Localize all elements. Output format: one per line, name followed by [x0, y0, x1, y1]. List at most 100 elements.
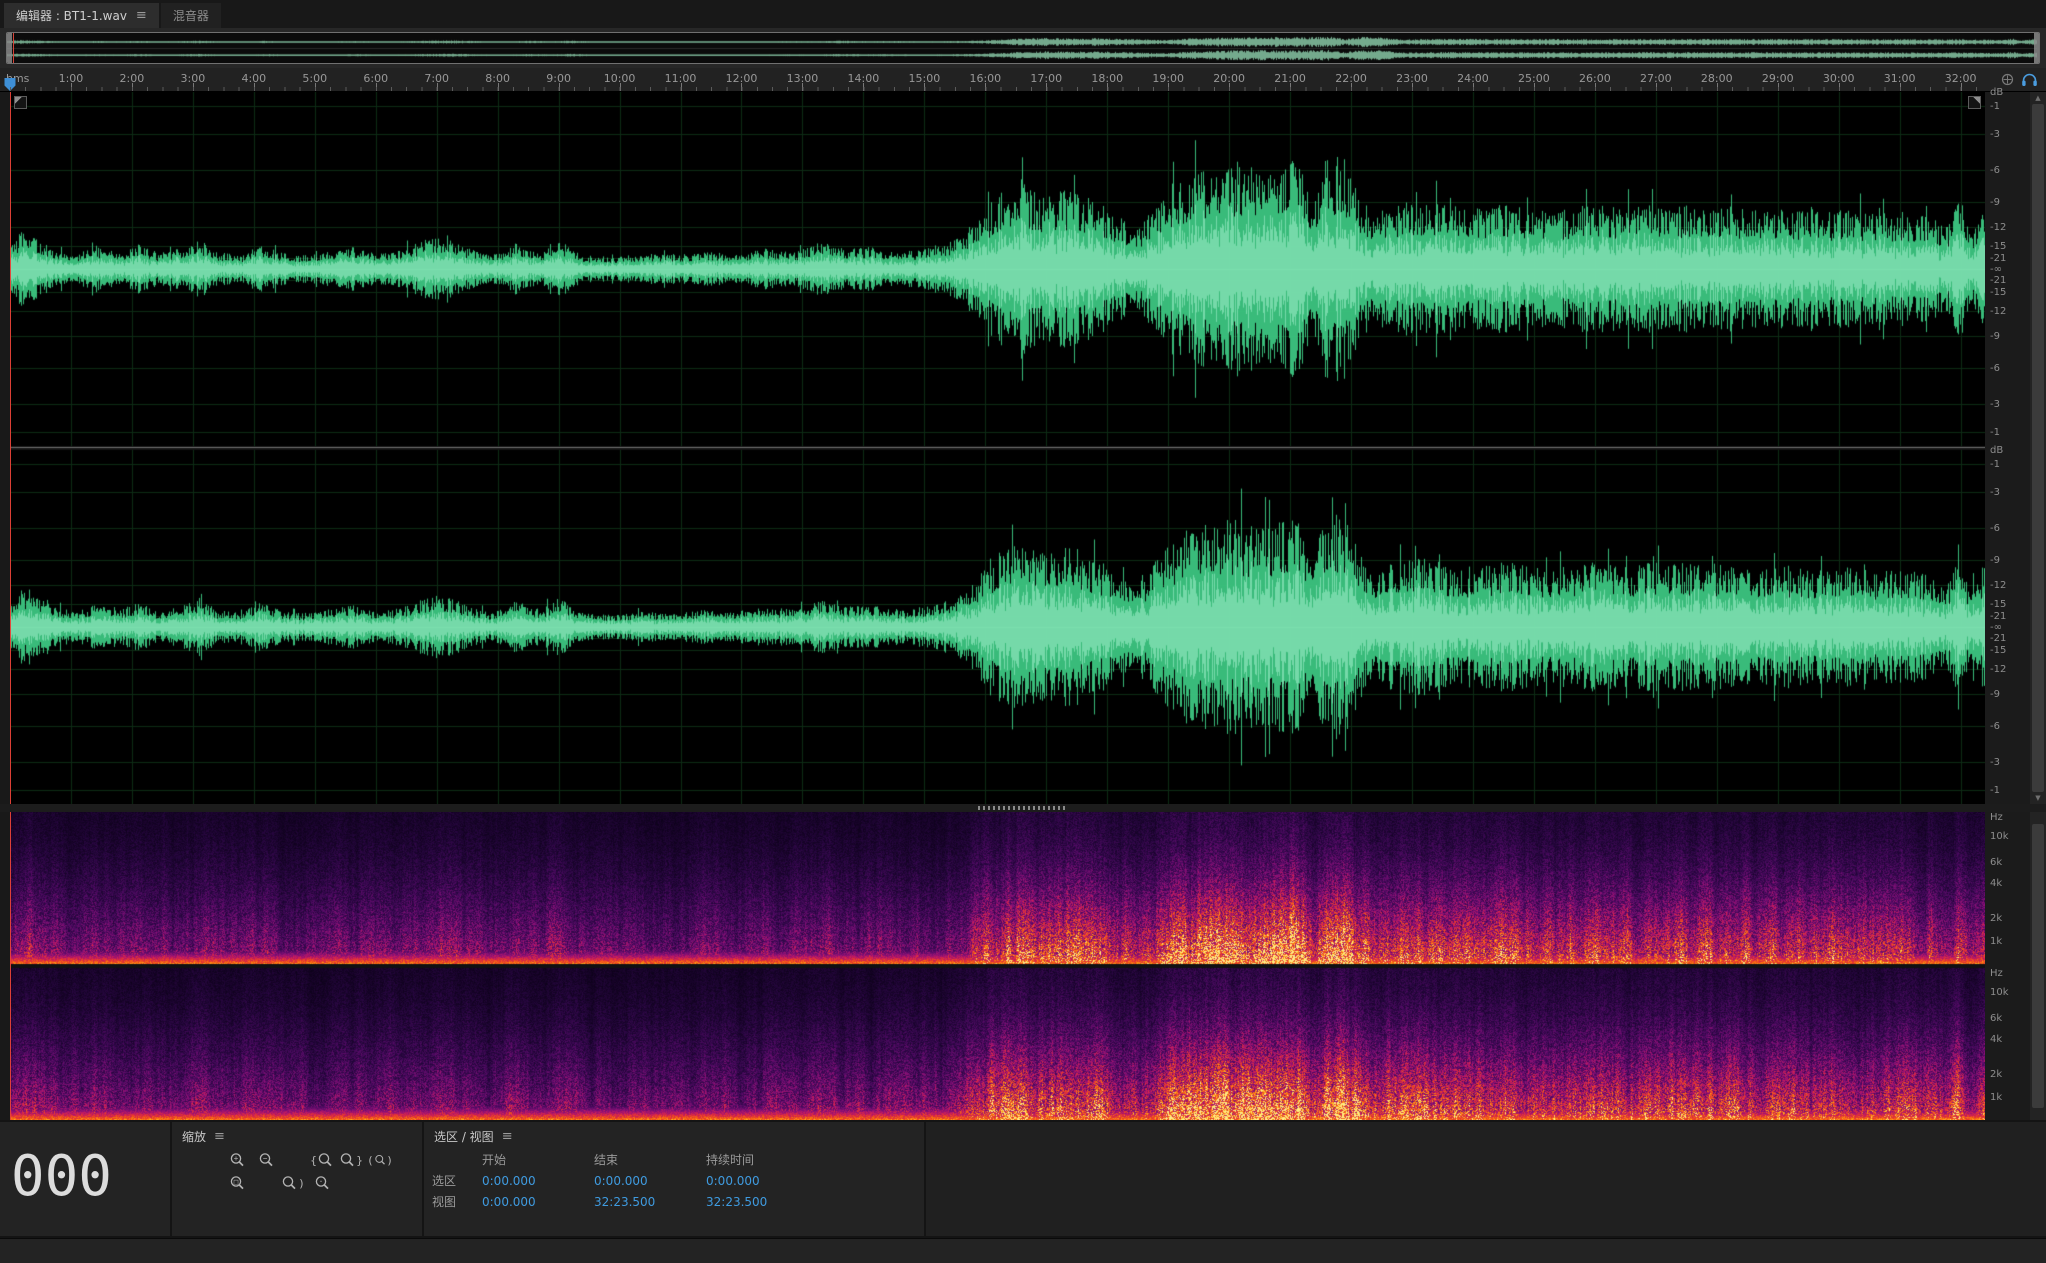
magnifier-icon: − [258, 1152, 275, 1168]
spectral-scrollbar-thumb[interactable] [2032, 824, 2044, 1108]
scroll-down-icon[interactable]: ▼ [2030, 794, 2046, 802]
splitter-grip[interactable] [978, 806, 1068, 810]
selview-time-value[interactable]: 0:00.000 [482, 1191, 594, 1212]
magnifier-icon: + [229, 1152, 246, 1168]
db-scale-label: -9 [1990, 331, 2000, 342]
spectral-display: Hz10k6k4k2k1kHz10k6k4k2k1k [0, 812, 2046, 1120]
playhead-marker[interactable] [5, 78, 16, 91]
ruler-tickmark [315, 83, 316, 91]
tab-editor-label: 编辑器 : BT1-1.wav [16, 7, 127, 24]
selview-column-header: 持续时间 [706, 1149, 832, 1170]
vertical-scrollbar[interactable]: ▲ ▼ [2030, 92, 2046, 804]
db-scale-label: -1 [1990, 785, 2000, 796]
magnifier-icon [374, 1152, 387, 1168]
spectral-left-gutter [0, 812, 10, 1120]
ruler-tickmark [802, 83, 803, 91]
ruler-tickmark [924, 83, 925, 91]
editor-left-gutter [0, 92, 10, 804]
zoom-in-time-button[interactable]: + [224, 1150, 250, 1170]
selview-row-label: 视图 [432, 1191, 482, 1212]
db-scale-label: -12 [1990, 580, 2006, 591]
zoom-full-button[interactable]: · [309, 1173, 335, 1193]
selview-time-value[interactable]: 32:23.500 [706, 1191, 832, 1212]
spectral-vertical-scrollbar[interactable] [2030, 812, 2046, 1120]
spectral-playhead-line[interactable] [10, 812, 11, 1120]
vertical-scrollbar-thumb[interactable] [2032, 104, 2044, 792]
hz-scale-label: 4k [1990, 878, 2002, 889]
db-scale-label: -21 [1990, 275, 2006, 286]
overview-wrap [0, 28, 2046, 68]
playhead-line[interactable] [10, 92, 11, 804]
status-bar [0, 1238, 2046, 1263]
spectrogram-canvas[interactable] [10, 812, 1985, 1120]
ruler-tickmark [1412, 83, 1413, 91]
ruler-tickmark [498, 83, 499, 91]
wave-spectral-splitter[interactable] [0, 804, 2046, 812]
svg-text:□: □ [233, 1177, 238, 1186]
overview-navigator[interactable] [6, 32, 2040, 64]
db-scale-label: -1 [1990, 459, 2000, 470]
timeline-ruler[interactable]: hms 1:002:003:004:005:006:007:008:009:00… [0, 68, 2046, 92]
selview-time-value[interactable]: 0:00.000 [594, 1170, 706, 1191]
overview-playhead [13, 33, 14, 63]
panel-menu-icon[interactable]: ≡ [136, 9, 147, 22]
ruler-tickmark [1961, 83, 1962, 91]
zoom-panel-menu-icon[interactable]: ≡ [214, 1130, 225, 1143]
ruler-tickmark [863, 83, 864, 91]
ruler-tickmark [1656, 83, 1657, 91]
time-display-panel: 0:00.000 [0, 1122, 170, 1236]
ruler-tickmark [681, 83, 682, 91]
magnifier-icon: · [314, 1175, 331, 1191]
db-scale-label: -3 [1990, 487, 2000, 498]
zoom-to-in-point-button[interactable]: { [309, 1150, 335, 1170]
svg-text:·: · [318, 1177, 323, 1186]
db-scale-label: -∞ [1990, 264, 2002, 275]
hz-scale-label: 6k [1990, 1013, 2002, 1024]
ruler-ticks[interactable]: hms 1:002:003:004:005:006:007:008:009:00… [0, 68, 1985, 91]
ruler-tickmark [1290, 83, 1291, 91]
circle-crosshair-icon[interactable] [2000, 72, 2015, 87]
zoom-out-point-button[interactable]: ) [280, 1173, 306, 1193]
svg-text:+: + [233, 1154, 238, 1163]
ruler-tickmark [193, 83, 194, 91]
db-scale-label: -15 [1990, 287, 2006, 298]
db-scale-label: -6 [1990, 523, 2000, 534]
hz-scale-label: 10k [1990, 831, 2009, 842]
ruler-tickmark [1107, 83, 1108, 91]
ruler-tickmark [1046, 83, 1047, 91]
selview-time-value[interactable]: 0:00.000 [482, 1170, 594, 1191]
selection-panel-title: 选区 / 视图 [434, 1128, 494, 1145]
time-display[interactable]: 0:00.000 [0, 1144, 112, 1209]
tab-editor[interactable]: 编辑器 : BT1-1.wav ≡ [4, 3, 159, 28]
headphone-icon[interactable] [2021, 72, 2038, 87]
corner-grip-topleft-icon[interactable] [14, 96, 27, 109]
ruler-tickmark [1351, 83, 1352, 91]
ruler-tickmark [1168, 83, 1169, 91]
spectral-area[interactable] [10, 812, 1985, 1120]
selection-view-panel: 选区 / 视图 ≡ 开始结束持续时间选区0:00.0000:00.0000:00… [424, 1122, 924, 1236]
zoom-out-time-button[interactable]: − [253, 1150, 279, 1170]
selview-time-value[interactable]: 32:23.500 [594, 1191, 706, 1212]
scroll-up-icon[interactable]: ▲ [2030, 94, 2046, 102]
db-scale[interactable]: dB-1-3-6-9-12-15-21-∞-21-15-12-9-6-3-1dB… [1985, 92, 2030, 804]
db-scale-label: dB [1990, 87, 2003, 98]
overview-left-handle[interactable] [7, 33, 12, 63]
frequency-scale-column: Hz10k6k4k2k1kHz10k6k4k2k1k [1985, 812, 2046, 1120]
selview-time-value[interactable]: 0:00.000 [706, 1170, 832, 1191]
db-scale-label: -15 [1990, 241, 2006, 252]
zoom-in-out-points-button[interactable]: () [367, 1150, 393, 1170]
waveform-area[interactable] [10, 92, 1985, 804]
zoom-to-selection-button[interactable]: □ [224, 1173, 250, 1193]
svg-text:−: − [262, 1154, 267, 1163]
hz-scale[interactable]: Hz10k6k4k2k1kHz10k6k4k2k1k [1985, 812, 2030, 1120]
tab-mixer[interactable]: 混音器 [161, 3, 221, 28]
waveform-canvas[interactable] [10, 92, 1985, 804]
corner-grip-topright-icon[interactable] [1968, 96, 1981, 109]
overview-right-handle[interactable] [2034, 33, 2039, 63]
ruler-tickmark [1473, 83, 1474, 91]
overview-waveform-canvas[interactable] [7, 33, 2037, 63]
selection-panel-menu-icon[interactable]: ≡ [502, 1130, 513, 1143]
selview-column-header: 结束 [594, 1149, 706, 1170]
zoom-to-out-point-button[interactable]: } [338, 1150, 364, 1170]
db-scale-label: -6 [1990, 363, 2000, 374]
